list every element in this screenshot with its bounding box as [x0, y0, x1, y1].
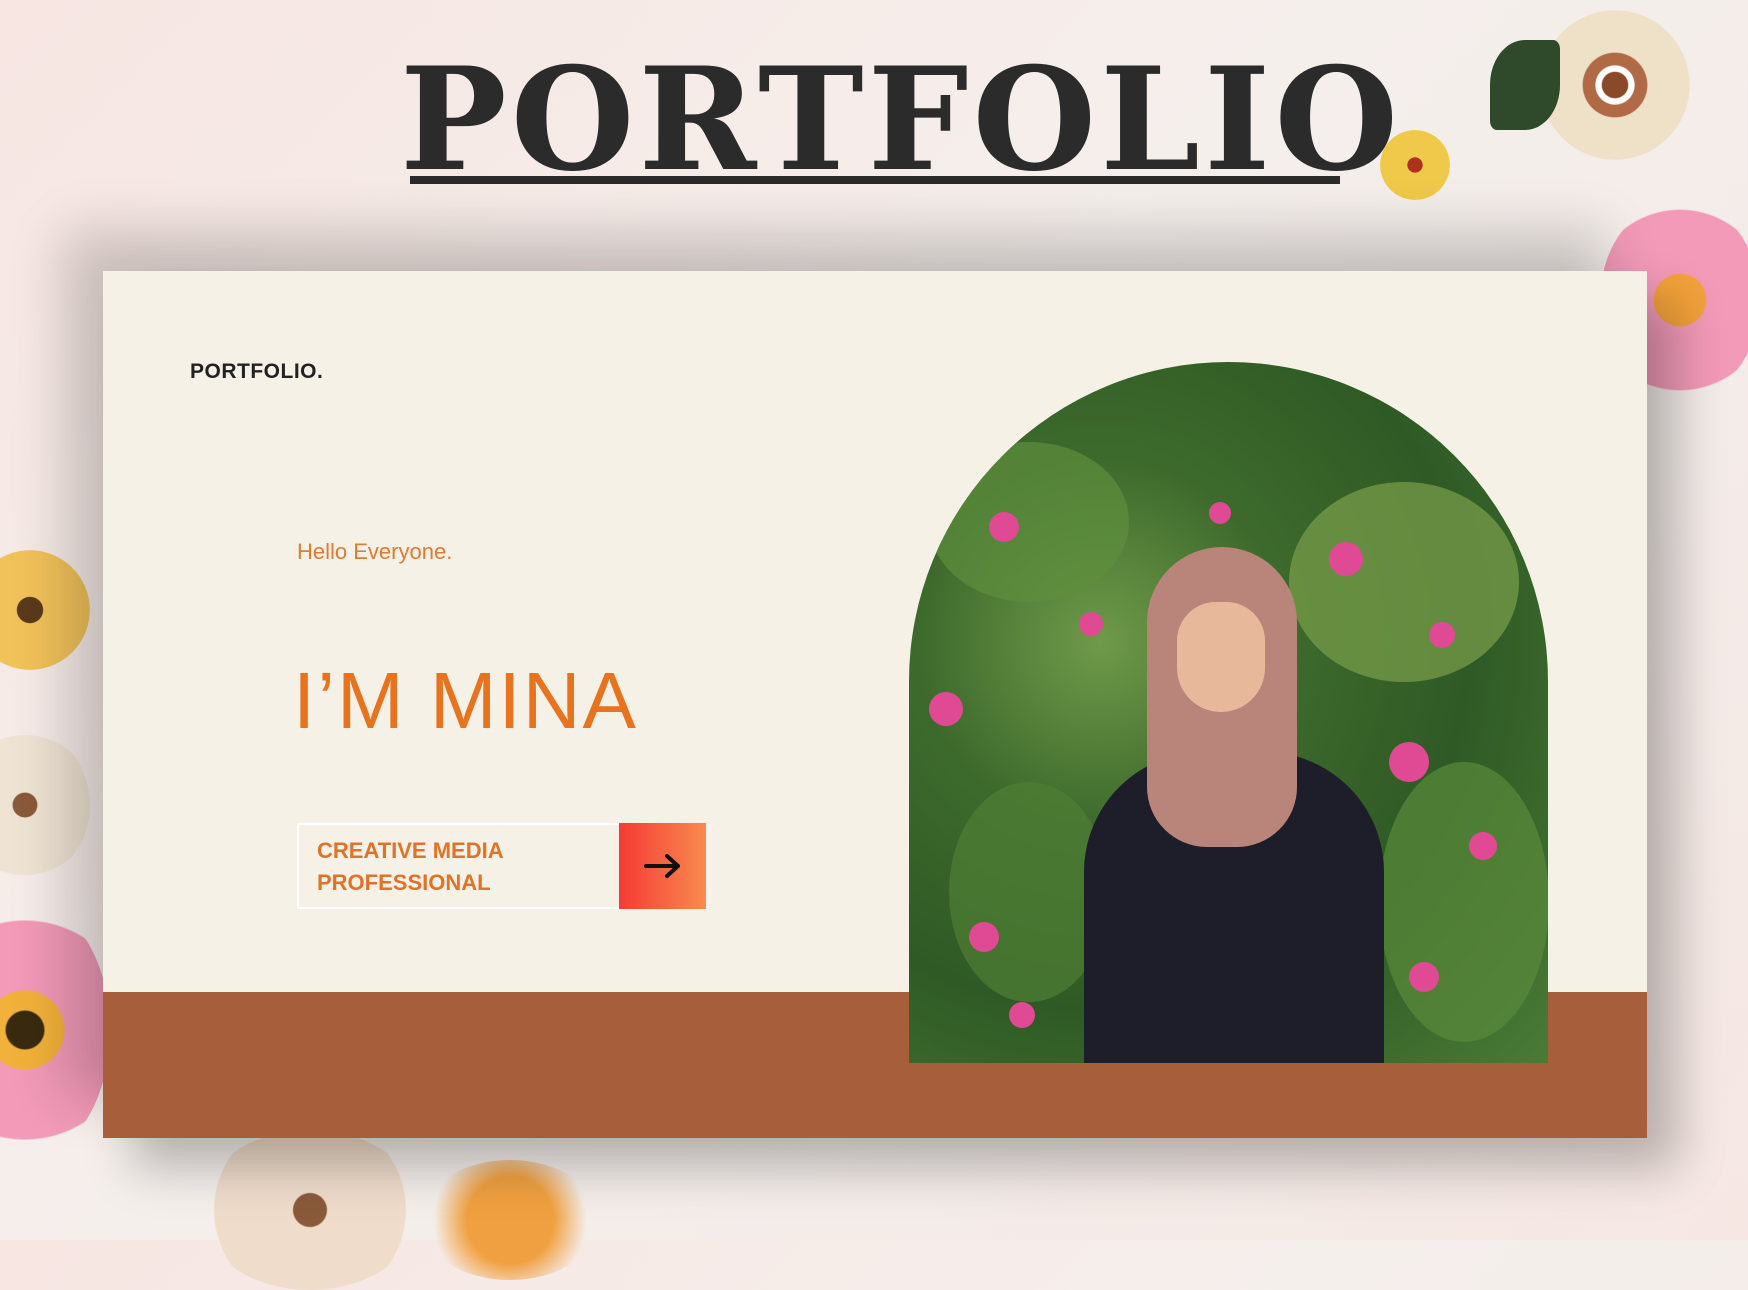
brand-label: PORTFOLIO.	[190, 360, 324, 383]
portfolio-slide: PORTFOLIO. Hello Everyone. I’M MINA CREA…	[103, 271, 1647, 1138]
name-heading: I’M MINA	[293, 656, 638, 745]
cta-line-2: PROFESSIONAL	[317, 870, 491, 895]
cta-line-1: CREATIVE MEDIA	[317, 838, 504, 863]
portrait-photo	[909, 362, 1548, 1063]
title-underline	[410, 176, 1340, 184]
creative-media-button[interactable]: CREATIVE MEDIA PROFESSIONAL	[297, 823, 706, 909]
cta-label: CREATIVE MEDIA PROFESSIONAL	[297, 823, 619, 909]
arrow-right-icon[interactable]	[619, 823, 706, 909]
greeting-text: Hello Everyone.	[297, 539, 453, 564]
face	[1177, 602, 1265, 712]
